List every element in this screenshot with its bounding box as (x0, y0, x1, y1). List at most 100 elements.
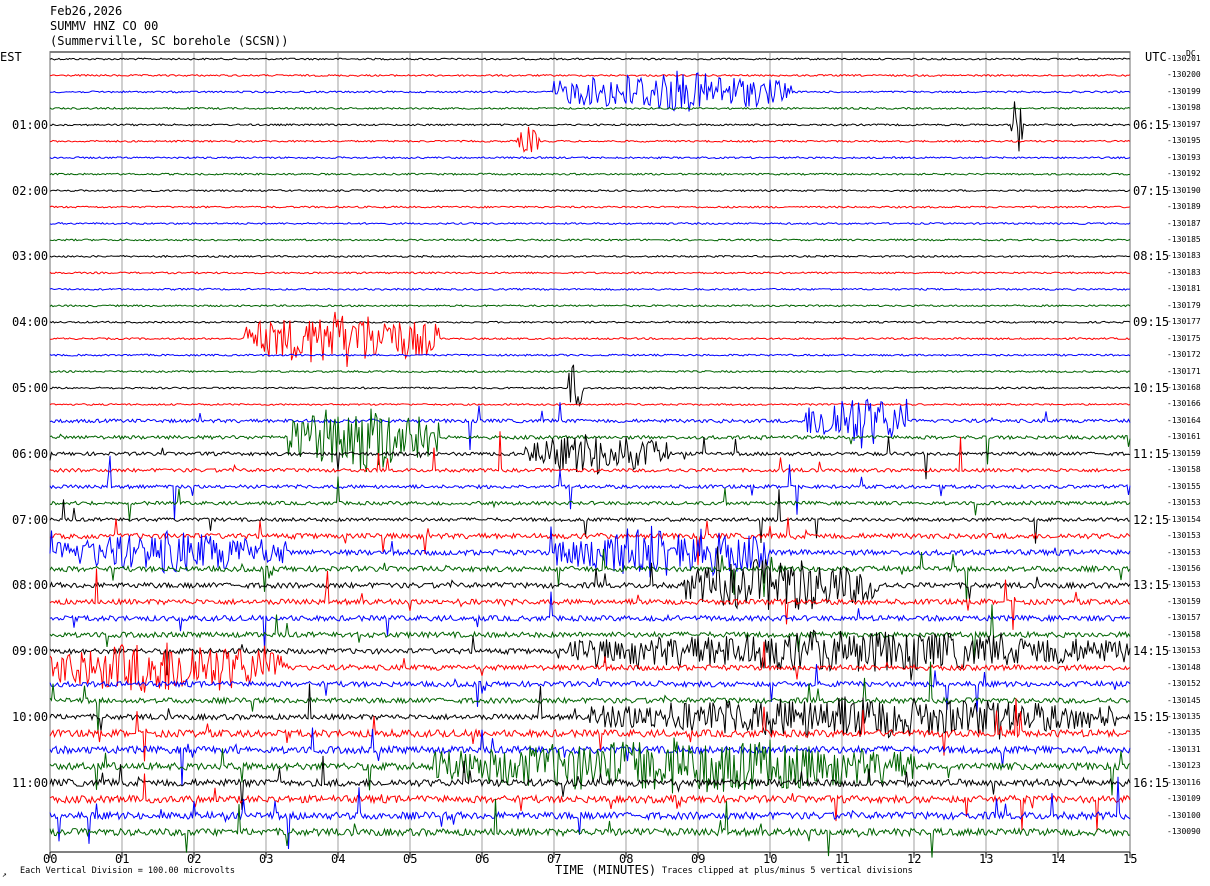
trace-line (49, 156, 1131, 160)
trace-line (49, 172, 1131, 176)
dc-offset-label: -130199 (1167, 86, 1201, 96)
trace-line (49, 57, 1131, 61)
dc-offset-label: -130201 (1167, 54, 1201, 63)
trace-line (49, 311, 1131, 367)
trace-line (49, 353, 1131, 357)
dc-offset-label: -130190 (1167, 185, 1201, 195)
x-tick-label: 01 (115, 852, 130, 866)
x-tick-label: 04 (331, 852, 346, 866)
trace-line (49, 106, 1131, 110)
dc-offset-label: -130193 (1167, 152, 1201, 162)
x-tick-label: 14 (1051, 852, 1066, 866)
dc-offset-label: -130164 (1167, 415, 1201, 425)
dc-offset-label: -130172 (1167, 350, 1201, 360)
trace-line (49, 776, 1131, 850)
dc-offset-label: -130157 (1167, 613, 1201, 623)
dc-offset-label: -130154 (1167, 514, 1201, 524)
dc-offset-label: -130179 (1167, 300, 1201, 310)
dc-offset-label: -130200 (1167, 70, 1201, 80)
dc-offset-label: -130131 (1167, 744, 1201, 754)
x-tick-label: 03 (259, 852, 274, 866)
dc-offset-label: -130181 (1167, 284, 1201, 294)
dc-offset-label: -130153 (1167, 498, 1201, 508)
dc-offset-label: -130189 (1167, 202, 1201, 212)
dc-offset-label: -130198 (1167, 103, 1201, 113)
trace-line (49, 737, 1131, 796)
trace-line (49, 434, 1131, 480)
left-time-label: 08:00 (12, 578, 49, 593)
dc-offset-label: -130155 (1167, 481, 1201, 491)
trace-line (49, 221, 1131, 226)
dc-offset-label: -130153 (1167, 580, 1201, 590)
right-time-label: 16:15 (1133, 775, 1170, 790)
right-time-label: 12:15 (1133, 512, 1170, 527)
dc-offset-label: -130187 (1167, 218, 1201, 228)
corner-mark-icon: ↗ (2, 870, 7, 879)
left-time-label: 01:00 (12, 117, 49, 132)
dc-offset-label: -130171 (1167, 366, 1201, 376)
trace-line (49, 304, 1131, 308)
trace-line (49, 287, 1131, 291)
dc-offset-label: -130166 (1167, 399, 1201, 409)
trace-line (49, 254, 1131, 258)
left-time-label: 02:00 (12, 183, 49, 198)
left-time-label: 10:00 (12, 710, 49, 724)
trace-line (49, 476, 1131, 522)
trace-line (49, 455, 1131, 520)
dc-offset-label: -130168 (1167, 383, 1201, 392)
left-time-label: 06:00 (12, 446, 49, 461)
right-time-label: 13:15 (1133, 578, 1170, 593)
right-time-label: 11:15 (1133, 446, 1170, 461)
dc-offset-label: -130153 (1167, 531, 1201, 541)
right-time-label: 07:15 (1133, 183, 1170, 198)
dc-offset-label: -130161 (1167, 432, 1201, 442)
dc-offset-label: -130153 (1167, 547, 1201, 557)
trace-line (50, 70, 1131, 112)
x-tick-label: 13 (979, 852, 994, 866)
x-tick-label: 11 (835, 852, 850, 866)
dc-offset-label: -130090 (1167, 827, 1201, 837)
x-tick-label: 15 (1123, 852, 1138, 866)
x-tick-label: 09 (691, 852, 706, 866)
right-time-label: 15:15 (1133, 710, 1170, 724)
trace-line (49, 238, 1131, 242)
trace-line (49, 798, 1131, 858)
dc-offset-label: -130183 (1167, 251, 1201, 261)
left-time-label: 11:00 (12, 775, 49, 790)
dc-offset-label: -130158 (1167, 465, 1201, 475)
x-tick-label: 06 (475, 852, 490, 866)
trace-line (49, 320, 1131, 324)
x-tick-label: 05 (403, 852, 418, 866)
dc-offset-label: -130195 (1167, 136, 1201, 146)
left-time-label: 03:00 (12, 249, 49, 264)
dc-offset-label: -130100 (1167, 810, 1201, 820)
dc-offset-label: -130135 (1167, 728, 1201, 738)
dc-offset-label: -130109 (1167, 794, 1201, 804)
trace-line (49, 408, 1131, 473)
dc-offset-label: -130135 (1167, 712, 1201, 721)
trace-line (49, 604, 1131, 659)
right-time-label: 08:15 (1133, 249, 1170, 264)
dc-offset-label: -130158 (1167, 629, 1201, 639)
x-tick-label: 10 (763, 852, 778, 866)
dc-offset-label: -130116 (1167, 777, 1201, 787)
trace-line (49, 402, 1131, 406)
trace-line (49, 369, 1131, 374)
dc-offset-label: -130185 (1167, 234, 1201, 244)
dc-offset-label: -130177 (1167, 317, 1201, 327)
seismogram-plot (49, 51, 1131, 858)
trace-line (49, 205, 1131, 209)
right-time-label: 06:15 (1133, 117, 1170, 132)
left-time-label: 05:00 (12, 381, 49, 395)
trace-line (49, 664, 1131, 713)
dc-offset-label: -130175 (1167, 333, 1201, 343)
trace-line (49, 188, 1131, 193)
dc-offset-label: -130148 (1167, 662, 1201, 672)
x-tick-label: 00 (43, 852, 58, 866)
dc-offset-label: -130153 (1167, 646, 1201, 656)
dc-offset-label: -130183 (1167, 267, 1201, 277)
dc-offset-label: -130159 (1167, 448, 1201, 458)
trace-line (49, 126, 1131, 153)
right-time-label: 09:15 (1133, 315, 1170, 330)
right-time-label: 10:15 (1133, 381, 1170, 395)
